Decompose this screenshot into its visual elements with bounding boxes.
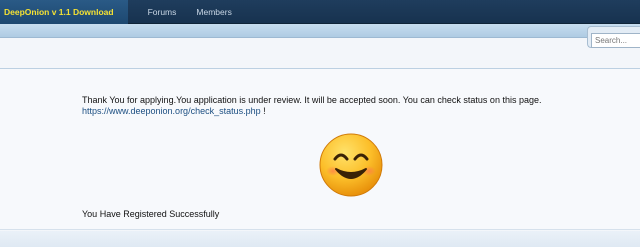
status-link-suffix: !	[263, 106, 266, 116]
nav-link-members[interactable]: Members	[196, 7, 231, 17]
nav-link-forums[interactable]: Forums	[148, 7, 177, 17]
tab-deeponion-download[interactable]: DeepOnion v 1.1 Download	[0, 0, 128, 24]
secondary-nav-band	[0, 24, 640, 38]
smiling-face-icon	[319, 133, 383, 197]
registration-success-text: You Have Registered Successfully	[82, 209, 220, 219]
top-navigation-bar: DeepOnion v 1.1 Download Forums Members	[0, 0, 640, 24]
main-content-panel: Thank You for applying.You application i…	[0, 69, 640, 230]
check-status-link[interactable]: https://www.deeponion.org/check_status.p…	[82, 106, 261, 116]
status-link-line: https://www.deeponion.org/check_status.p…	[82, 106, 266, 117]
footer-band	[0, 231, 640, 247]
search-input[interactable]	[591, 33, 640, 48]
search-container	[587, 26, 640, 48]
tab-deeponion-download-label: DeepOnion v 1.1 Download	[4, 6, 114, 17]
application-message: Thank You for applying.You application i…	[82, 95, 542, 105]
